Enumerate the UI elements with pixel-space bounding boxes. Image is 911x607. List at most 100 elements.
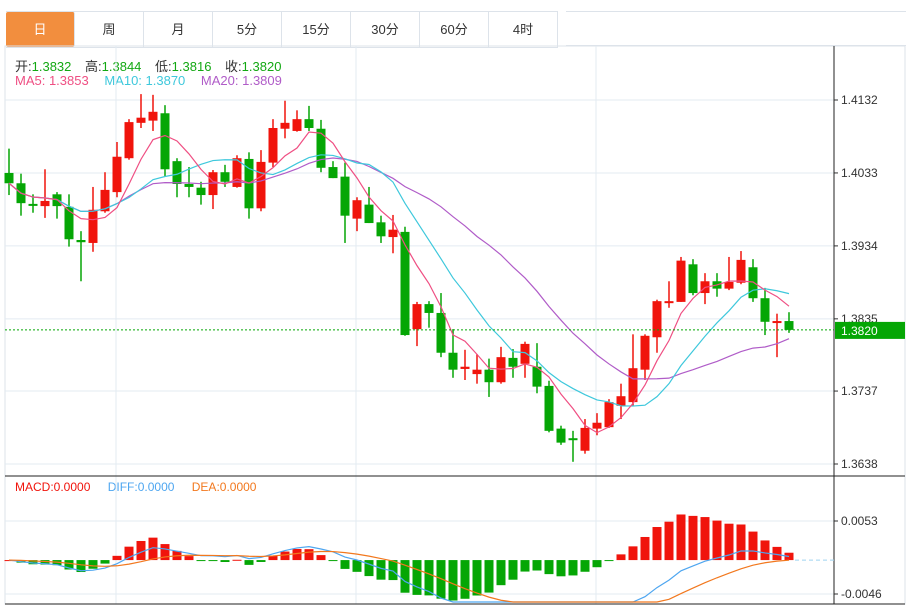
macd-bar bbox=[688, 515, 698, 561]
macd-bar bbox=[736, 524, 746, 561]
candle-body bbox=[76, 240, 86, 243]
macd-bar bbox=[256, 560, 266, 562]
macd-bar bbox=[664, 521, 674, 561]
candle bbox=[640, 334, 650, 380]
candle-body bbox=[328, 167, 338, 179]
ma10-line bbox=[8, 154, 790, 407]
macd-bar bbox=[544, 560, 554, 575]
candle-body bbox=[220, 172, 230, 182]
candle bbox=[352, 197, 362, 232]
macd-bar bbox=[328, 560, 338, 562]
macd-bar bbox=[616, 554, 626, 561]
kline-chart[interactable]: 1.41321.40331.39341.38351.37371.36380.00… bbox=[0, 0, 911, 607]
candle bbox=[40, 169, 50, 218]
price-tick-label: 1.3638 bbox=[841, 457, 878, 471]
candle-body bbox=[340, 176, 350, 216]
candle bbox=[412, 301, 422, 347]
candle-body bbox=[460, 366, 470, 369]
candle-body bbox=[760, 298, 770, 322]
candle-body bbox=[724, 282, 734, 289]
candle-body bbox=[64, 206, 74, 240]
macd-bar bbox=[232, 559, 242, 561]
macd-bar bbox=[304, 549, 314, 561]
macd-bar bbox=[412, 560, 422, 595]
macd-bar bbox=[316, 555, 326, 561]
candle-body bbox=[28, 203, 38, 206]
candle-body bbox=[268, 128, 278, 163]
candle bbox=[304, 105, 314, 131]
price-tick-label: 1.3737 bbox=[841, 384, 878, 398]
macd-bar bbox=[712, 520, 722, 561]
candle-body bbox=[544, 385, 554, 431]
candle-body bbox=[436, 312, 446, 353]
macd-bar bbox=[556, 560, 566, 577]
candle-body bbox=[400, 231, 410, 336]
current-price-label: 1.3820 bbox=[841, 324, 878, 338]
candle-body bbox=[256, 161, 266, 209]
macd-bar bbox=[520, 560, 530, 572]
candle bbox=[316, 119, 326, 173]
candle-body bbox=[676, 260, 686, 302]
macd-tick-label: 0.0053 bbox=[841, 514, 878, 528]
candle-body bbox=[124, 122, 134, 159]
candle-body bbox=[592, 422, 602, 429]
candle bbox=[532, 343, 542, 394]
candle bbox=[136, 94, 146, 128]
candle bbox=[196, 181, 206, 205]
candle bbox=[292, 110, 302, 132]
candle-body bbox=[520, 343, 530, 364]
candle bbox=[760, 287, 770, 336]
candle bbox=[52, 192, 62, 219]
candle bbox=[340, 162, 350, 243]
candle bbox=[172, 158, 182, 198]
candle bbox=[556, 425, 566, 445]
candle-body bbox=[772, 321, 782, 324]
price-tick-label: 1.3934 bbox=[841, 239, 878, 253]
candle-body bbox=[628, 368, 638, 403]
macd-bar bbox=[196, 560, 206, 562]
candle-body bbox=[352, 200, 362, 219]
candle bbox=[124, 119, 134, 160]
macd-bar bbox=[472, 560, 482, 596]
candle bbox=[652, 299, 662, 353]
candle-body bbox=[556, 428, 566, 443]
candle-body bbox=[688, 264, 698, 294]
candle-body bbox=[112, 156, 122, 193]
candle bbox=[4, 148, 14, 196]
candle bbox=[424, 301, 434, 328]
macd-bar bbox=[652, 527, 662, 561]
candle-body bbox=[580, 427, 590, 451]
candle-body bbox=[448, 352, 458, 370]
chart-frame bbox=[4, 45, 906, 605]
candle bbox=[100, 172, 110, 213]
candle-body bbox=[292, 119, 302, 131]
candle bbox=[208, 170, 218, 210]
macd-bar bbox=[460, 560, 470, 599]
macd-bar bbox=[532, 560, 542, 571]
candle-body bbox=[136, 117, 146, 123]
candle-body bbox=[316, 128, 326, 168]
candle-body bbox=[472, 369, 482, 375]
candle-body bbox=[748, 267, 758, 299]
candle bbox=[184, 167, 194, 198]
candle-body bbox=[364, 204, 374, 224]
candle bbox=[244, 152, 254, 219]
candle bbox=[520, 341, 530, 378]
macd-bar bbox=[508, 560, 518, 580]
macd-bar bbox=[280, 551, 290, 561]
candle bbox=[676, 256, 686, 302]
candle bbox=[748, 259, 758, 302]
macd-tick-label: -0.0046 bbox=[841, 587, 882, 601]
candle-body bbox=[652, 301, 662, 338]
candle bbox=[376, 215, 386, 243]
candle bbox=[736, 251, 746, 285]
candle-body bbox=[148, 111, 158, 121]
candle-body bbox=[484, 369, 494, 383]
price-tick-label: 1.4132 bbox=[841, 93, 878, 107]
macd-bar bbox=[376, 560, 386, 580]
candle-body bbox=[304, 119, 314, 128]
macd-bar bbox=[760, 540, 770, 561]
candle-body bbox=[508, 357, 518, 367]
candle-body bbox=[40, 200, 50, 207]
macd-bar bbox=[244, 560, 254, 565]
